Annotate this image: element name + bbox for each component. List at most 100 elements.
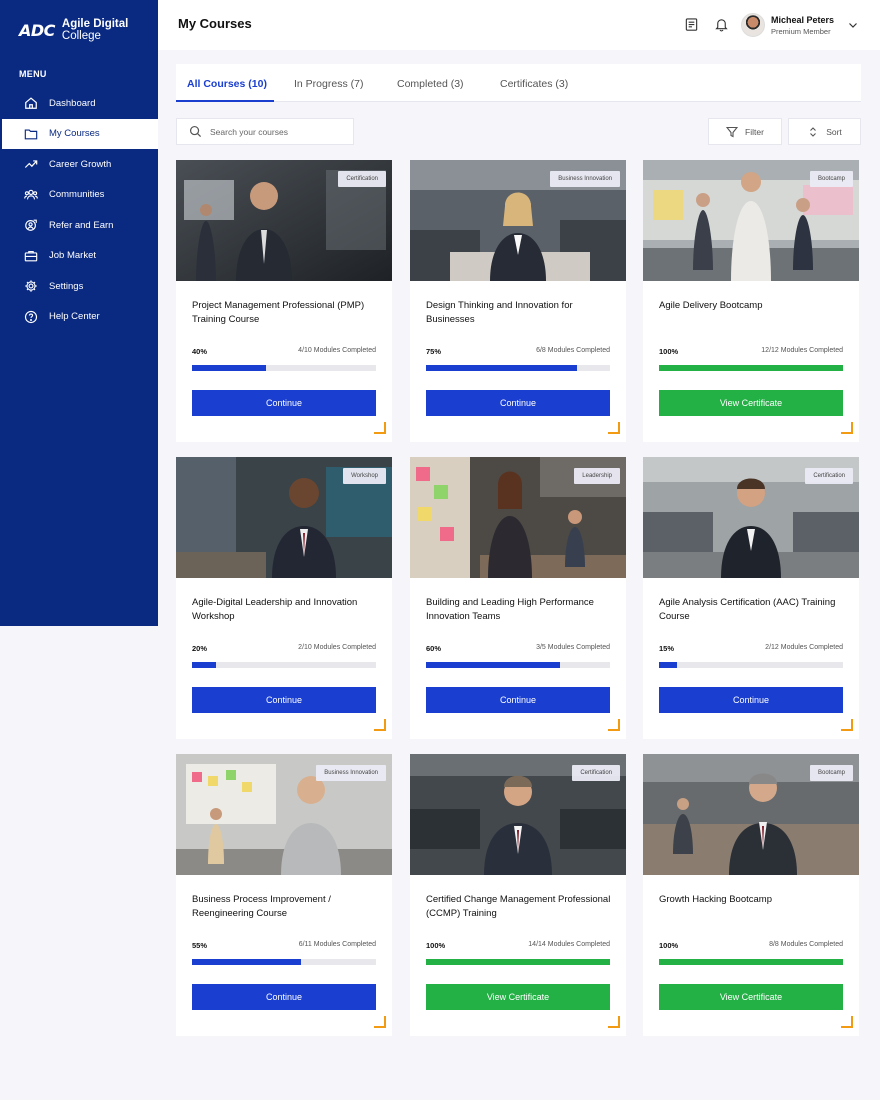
course-title: Business Process Improvement / Reenginee… <box>192 894 331 919</box>
modules-completed: 4/10 Modules Completed <box>298 347 376 354</box>
course-card[interactable]: Leadership Building and Leading High Per… <box>410 457 626 739</box>
course-card[interactable]: Bootcamp Agile Delivery Bootcamp 100% 12… <box>643 160 859 442</box>
sidebar-item-settings[interactable]: Settings <box>0 271 158 302</box>
progress-bar-fill <box>426 365 577 371</box>
course-card[interactable]: Business Innovation Design Thinking and … <box>410 160 626 442</box>
sidebar-item-job-market[interactable]: Job Market <box>0 241 158 272</box>
modules-completed: 6/11 Modules Completed <box>298 941 376 948</box>
help-icon <box>24 310 38 323</box>
sidebar-item-refer-and-earn[interactable]: Refer and Earn <box>0 210 158 241</box>
modules-completed: 12/12 Modules Completed <box>761 347 843 354</box>
tab-certificates[interactable]: Certificates (3) <box>500 78 568 90</box>
continue-button[interactable]: Continue <box>192 687 376 713</box>
menu-label: MENU <box>19 69 47 79</box>
tab-completed[interactable]: Completed (3) <box>397 78 464 90</box>
continue-button[interactable]: Continue <box>659 687 843 713</box>
course-category-badge: Business Innovation <box>316 765 386 781</box>
progress-bar <box>426 959 610 965</box>
chevron-down-icon[interactable] <box>847 19 859 31</box>
logo-mark: ADC <box>19 20 55 40</box>
corner-accent <box>608 1016 620 1028</box>
course-title: Design Thinking and Innovation for Busin… <box>426 300 573 325</box>
course-title: Growth Hacking Bootcamp <box>659 894 772 905</box>
tab-all-courses[interactable]: All Courses (10) <box>187 78 267 90</box>
sidebar-item-label: Help Center <box>49 311 100 323</box>
sidebar-item-communities[interactable]: Communities <box>0 180 158 211</box>
sidebar-item-dashboard[interactable]: Dashboard <box>0 88 158 119</box>
course-category-badge: Certification <box>338 171 386 187</box>
sidebar-item-help-center[interactable]: Help Center <box>0 302 158 333</box>
avatar[interactable] <box>741 13 765 37</box>
corner-accent <box>608 719 620 731</box>
corner-accent <box>374 422 386 434</box>
progress-percent: 55% <box>192 941 208 950</box>
course-card[interactable]: Business Innovation Business Process Imp… <box>176 754 392 1036</box>
course-category-badge: Certification <box>572 765 620 781</box>
course-category-badge: Leadership <box>574 468 620 484</box>
course-card[interactable]: Workshop Agile-Digital Leadership and In… <box>176 457 392 739</box>
progress-percent: 15% <box>659 644 675 653</box>
progress-bar-fill <box>659 662 678 668</box>
corner-accent <box>841 422 853 434</box>
sidebar-nav: Dashboard My Courses Career Growth Commu… <box>0 88 158 332</box>
course-category-badge: Workshop <box>343 468 386 484</box>
course-title: Agile-Digital Leadership and Innovation … <box>192 597 358 622</box>
progress-bar-fill <box>659 959 843 965</box>
progress-bar-fill <box>426 662 561 668</box>
course-category-badge: Bootcamp <box>809 171 853 187</box>
logo[interactable]: ADC Agile Digital College <box>19 18 128 42</box>
progress-percent: 20% <box>192 644 208 653</box>
user-name: Micheal Peters <box>771 15 835 25</box>
modules-completed: 3/5 Modules Completed <box>536 644 610 651</box>
modules-completed: 2/10 Modules Completed <box>298 644 376 651</box>
course-tabs: All Courses (10) In Progress (7) Complet… <box>176 64 861 102</box>
sidebar-item-my-courses[interactable]: My Courses <box>0 118 158 149</box>
logo-line-1: Agile Digital <box>61 18 129 30</box>
folder-icon <box>24 129 38 140</box>
search-box <box>176 118 354 145</box>
continue-button[interactable]: Continue <box>426 390 610 416</box>
notes-icon[interactable] <box>684 17 699 32</box>
tab-in-progress[interactable]: In Progress (7) <box>294 78 363 90</box>
modules-completed: 14/14 Modules Completed <box>528 941 610 948</box>
top-bar: My Courses Micheal Peters Premium Member <box>158 0 880 50</box>
briefcase-icon <box>24 250 38 262</box>
course-title: Certified Change Management Professional… <box>426 894 611 919</box>
progress-bar-fill <box>192 365 266 371</box>
progress-bar-fill <box>192 662 216 668</box>
course-title: Building and Leading High Performance In… <box>426 597 594 622</box>
view-certificate-button[interactable]: View Certificate <box>426 984 610 1010</box>
sidebar-item-label: Career Growth <box>49 158 112 170</box>
continue-button[interactable]: Continue <box>192 390 376 416</box>
view-certificate-button[interactable]: View Certificate <box>659 390 843 416</box>
modules-completed: 2/12 Modules Completed <box>765 644 843 651</box>
sidebar-item-career-growth[interactable]: Career Growth <box>0 149 158 180</box>
bell-icon[interactable] <box>714 17 729 32</box>
course-card[interactable]: Certification Agile Analysis Certificati… <box>643 457 859 739</box>
corner-accent <box>841 1016 853 1028</box>
course-card[interactable]: Certification Project Management Profess… <box>176 160 392 442</box>
progress-bar-fill <box>192 959 301 965</box>
continue-button[interactable]: Continue <box>426 687 610 713</box>
sort-icon <box>810 126 817 137</box>
sidebar: ADC Agile Digital College MENU Dashboard… <box>0 0 158 626</box>
sort-label: Sort <box>826 126 842 137</box>
continue-button[interactable]: Continue <box>192 984 376 1010</box>
course-category-badge: Bootcamp <box>809 765 853 781</box>
course-card[interactable]: Bootcamp Growth Hacking Bootcamp 100% 8/… <box>643 754 859 1036</box>
sidebar-item-label: Communities <box>49 189 105 201</box>
view-certificate-button[interactable]: View Certificate <box>659 984 843 1010</box>
gear-icon <box>25 280 37 292</box>
search-input[interactable] <box>210 126 340 137</box>
progress-bar <box>192 662 376 668</box>
sidebar-item-label: My Courses <box>49 128 100 140</box>
filter-label: Filter <box>745 126 764 137</box>
sidebar-item-label: Dashboard <box>49 97 96 109</box>
sort-button[interactable]: Sort <box>788 118 861 145</box>
progress-percent: 100% <box>426 941 446 950</box>
course-card[interactable]: Certification Certified Change Managemen… <box>410 754 626 1036</box>
sidebar-item-label: Job Market <box>49 250 96 262</box>
progress-bar <box>659 959 843 965</box>
filter-button[interactable]: Filter <box>708 118 782 145</box>
course-title: Project Management Professional (PMP) Tr… <box>192 300 365 325</box>
